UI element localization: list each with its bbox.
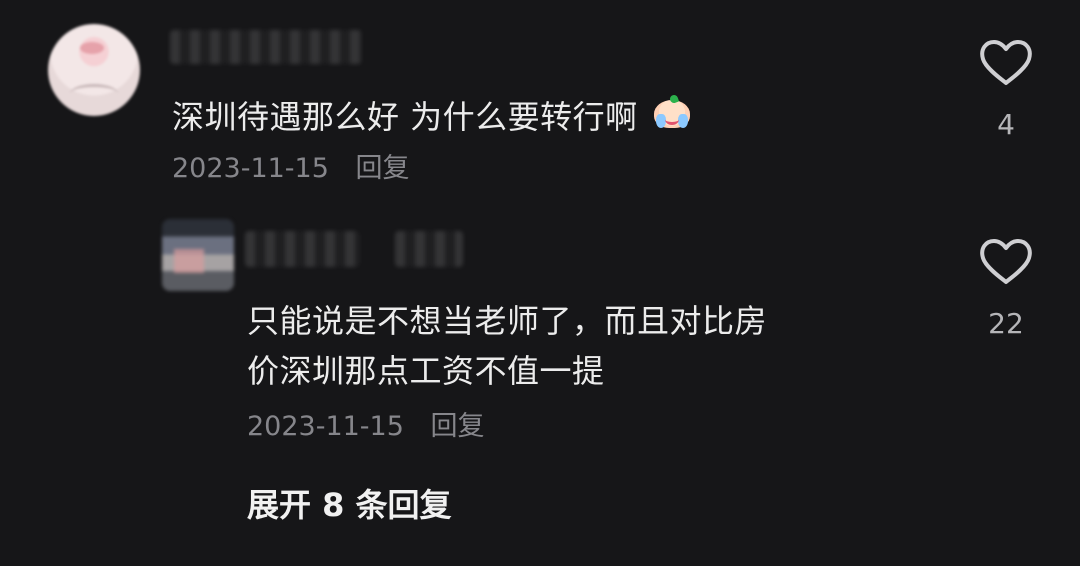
- reply-text: 只能说是不想当老师了，而且对比房 价深圳那点工资不值一提: [247, 296, 927, 396]
- avatar[interactable]: [48, 24, 140, 116]
- heart-icon[interactable]: [978, 38, 1034, 88]
- expand-replies-link[interactable]: 展开 8 条回复: [247, 484, 452, 526]
- comment-meta: 2023-11-15 回复: [172, 152, 410, 186]
- reply-button[interactable]: 回复: [356, 153, 410, 184]
- like-button[interactable]: 22: [978, 237, 1034, 339]
- comment-content: 深圳待遇那么好 为什么要转行啊: [172, 98, 638, 136]
- reply-date: 2023-11-15: [247, 411, 404, 442]
- crying-face-emoji-icon: [652, 93, 692, 130]
- reply-avatar[interactable]: [162, 219, 234, 291]
- like-count: 22: [988, 307, 1024, 340]
- comment-date: 2023-11-15: [172, 153, 329, 184]
- username-blurred[interactable]: [170, 30, 362, 64]
- comment-text: 深圳待遇那么好 为什么要转行啊: [172, 92, 692, 142]
- reply-button[interactable]: 回复: [431, 411, 485, 442]
- like-button[interactable]: 4: [978, 38, 1034, 140]
- reply-username-suffix-blurred: [395, 231, 463, 267]
- reply-meta: 2023-11-15 回复: [247, 410, 485, 444]
- reply-text-line: 价深圳那点工资不值一提: [247, 352, 605, 390]
- reply-text-line: 只能说是不想当老师了，而且对比房: [247, 302, 768, 340]
- like-count: 4: [997, 108, 1015, 141]
- heart-icon[interactable]: [978, 237, 1034, 287]
- reply-username-blurred[interactable]: [245, 231, 360, 267]
